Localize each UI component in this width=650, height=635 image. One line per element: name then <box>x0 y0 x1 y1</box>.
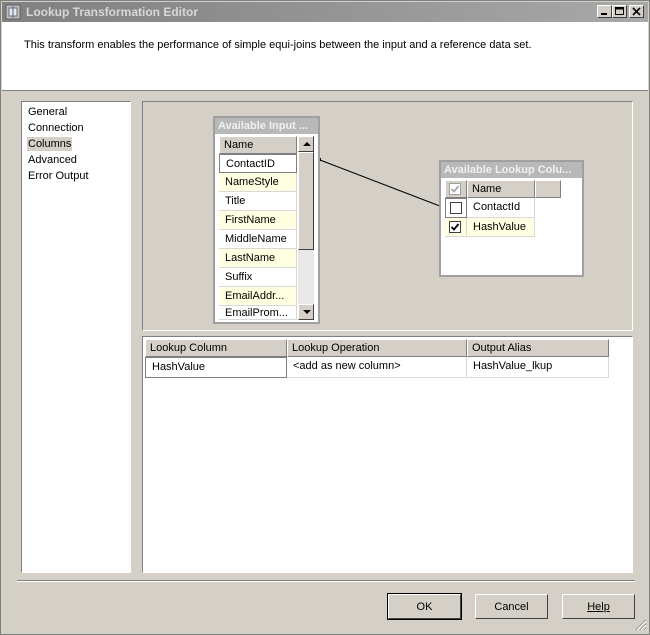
grid-header-lookup-column[interactable]: Lookup Column <box>145 339 287 357</box>
lookup-row-contactid-check-cell[interactable] <box>445 198 467 218</box>
select-all-checkbox[interactable] <box>449 183 461 195</box>
nav-item-general[interactable]: General <box>27 105 68 119</box>
lookup-box-title[interactable]: Available Lookup Colu... <box>441 162 582 178</box>
lookup-row-contactid[interactable]: ContactId <box>467 198 535 218</box>
arrow-up-icon <box>303 142 311 146</box>
help-button[interactable]: Help <box>562 594 635 619</box>
grid-header-output-alias[interactable]: Output Alias <box>467 339 609 357</box>
close-icon <box>632 7 641 16</box>
grid-header-lookup-operation[interactable]: Lookup Operation <box>287 339 467 357</box>
input-row-suffix[interactable]: Suffix <box>219 268 297 287</box>
contactid-checkbox[interactable] <box>450 202 462 214</box>
checkmark-icon <box>450 223 460 231</box>
checkmark-icon <box>450 185 460 193</box>
input-scrollbar[interactable] <box>298 136 314 320</box>
lookup-row-hashvalue-check-cell[interactable] <box>445 218 467 237</box>
scroll-thumb[interactable] <box>298 152 314 250</box>
select-all-header[interactable] <box>445 180 467 198</box>
grid-cell-lookup-column[interactable]: HashValue <box>145 357 287 378</box>
resize-grip-icon[interactable] <box>634 618 647 631</box>
scroll-up-button[interactable] <box>298 136 314 152</box>
scroll-down-button[interactable] <box>298 304 314 320</box>
input-row-emailpromotion[interactable]: EmailProm... <box>219 306 297 320</box>
grid-cell-lookup-operation[interactable]: <add as new column> <box>287 357 467 378</box>
close-button[interactable] <box>629 5 644 18</box>
input-row-namestyle[interactable]: NameStyle <box>219 173 297 192</box>
footer-separator <box>17 580 635 582</box>
nav-item-connection[interactable]: Connection <box>27 121 85 135</box>
nav-item-advanced[interactable]: Advanced <box>27 153 78 167</box>
input-row-emailaddress[interactable]: EmailAddr... <box>219 287 297 306</box>
lookup-row-hashvalue[interactable]: HashValue <box>467 218 535 237</box>
window-title: Lookup Transformation Editor <box>26 5 199 19</box>
column-mapping-canvas[interactable]: Available Input ... Name ContactID NameS… <box>142 101 633 331</box>
input-row-middlename[interactable]: MiddleName <box>219 230 297 249</box>
available-lookup-columns-box[interactable]: Available Lookup Colu... Name ContactId … <box>439 160 584 277</box>
lookup-name-header[interactable]: Name <box>467 180 535 198</box>
minimize-button[interactable] <box>597 5 612 18</box>
ok-button[interactable]: OK <box>387 593 462 620</box>
input-row-firstname[interactable]: FirstName <box>219 211 297 230</box>
input-row-title[interactable]: Title <box>219 192 297 211</box>
input-box-title[interactable]: Available Input ... <box>215 118 318 134</box>
available-input-columns-box[interactable]: Available Input ... Name ContactID NameS… <box>213 116 320 324</box>
cancel-button[interactable]: Cancel <box>475 594 548 619</box>
input-row-lastname[interactable]: LastName <box>219 249 297 268</box>
minimize-icon <box>601 13 607 15</box>
maximize-icon <box>615 7 624 15</box>
grid-cell-output-alias[interactable]: HashValue_lkup <box>467 357 609 378</box>
input-row-contactid[interactable]: ContactID <box>219 154 297 173</box>
arrow-down-icon <box>303 310 311 314</box>
input-name-header[interactable]: Name <box>219 136 297 154</box>
lookup-extra-header <box>535 180 561 198</box>
page-navigation: General Connection Columns Advanced Erro… <box>21 101 131 573</box>
description-text: This transform enables the performance o… <box>24 39 532 51</box>
nav-item-error-output[interactable]: Error Output <box>27 169 90 183</box>
description-area <box>2 22 648 91</box>
nav-item-columns[interactable]: Columns <box>27 137 73 151</box>
maximize-button[interactable] <box>612 5 627 18</box>
transform-icon <box>5 4 21 20</box>
lookup-output-grid[interactable]: Lookup Column Lookup Operation Output Al… <box>142 336 633 573</box>
hashvalue-checkbox[interactable] <box>449 221 461 233</box>
title-bar[interactable]: Lookup Transformation Editor <box>2 2 648 22</box>
lookup-editor-window: Lookup Transformation Editor This transf… <box>0 0 650 635</box>
